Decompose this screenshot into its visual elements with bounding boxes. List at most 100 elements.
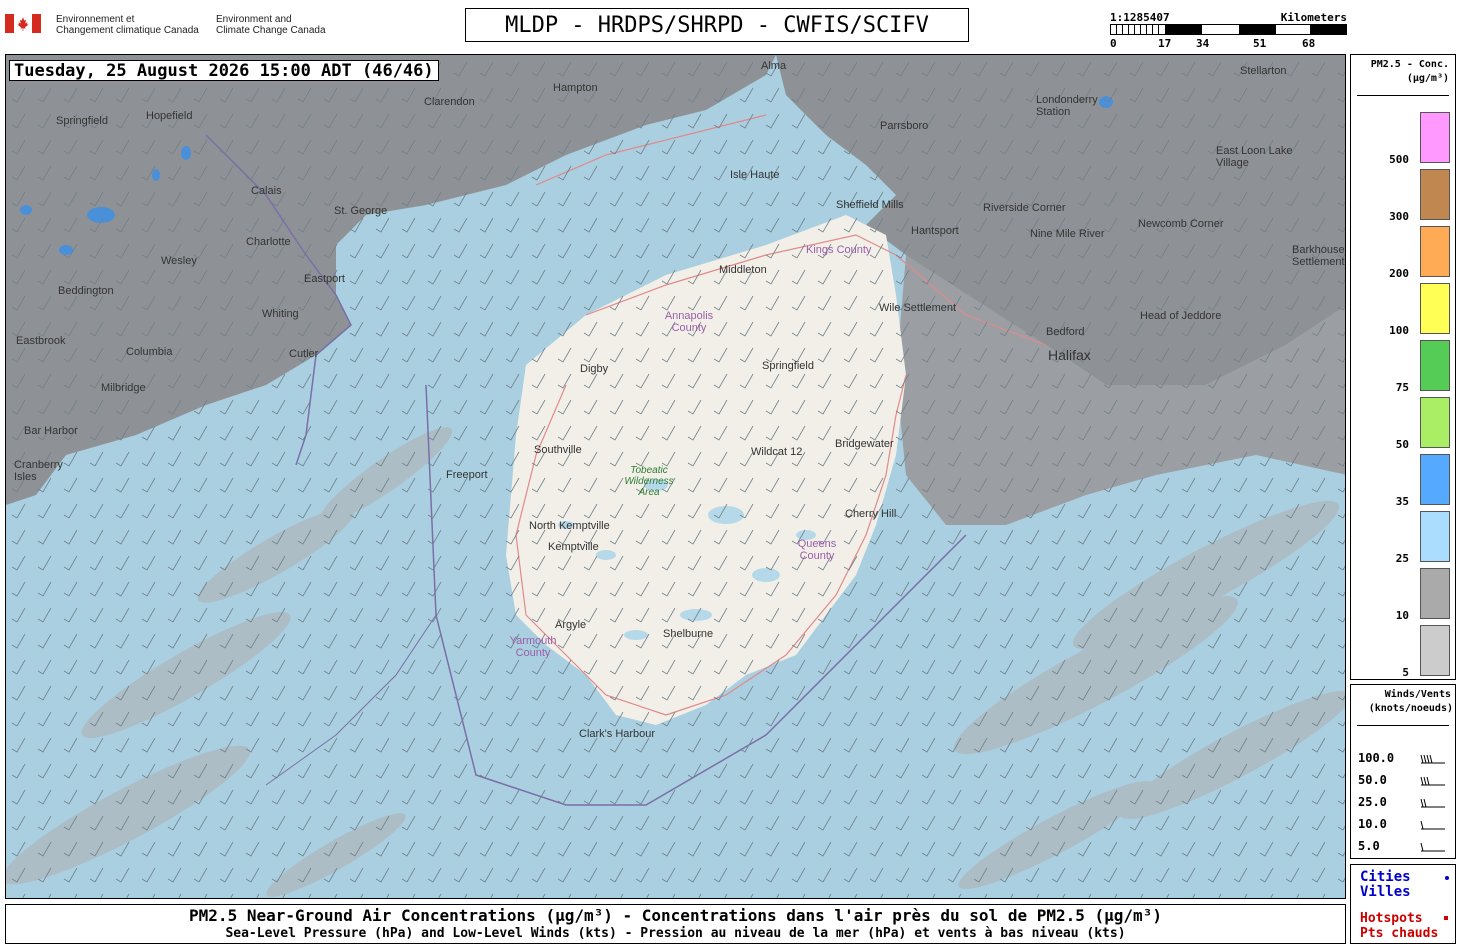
place-label: Hantsport [911, 225, 959, 237]
model-title: MLDP - HRDPS/SHRPD - CWFIS/SCIFV [465, 8, 969, 42]
place-label: North Kemptville [529, 520, 610, 532]
caption-line-2: Sea-Level Pressure (hPa) and Low-Level W… [225, 926, 1126, 941]
pm25-level-label: 300 [1389, 210, 1409, 223]
place-label: Hopefield [146, 110, 193, 122]
place-label: Cherry Hill [845, 508, 897, 520]
place-label: Charlotte [246, 236, 291, 248]
county-label: Yarmouth County [509, 635, 557, 659]
place-label: Columbia [126, 346, 173, 358]
place-label: Wesley [161, 255, 197, 267]
place-label: Middleton [719, 264, 767, 276]
pm25-swatch [1420, 283, 1450, 334]
pm25-level-label: 100 [1389, 324, 1409, 337]
place-label: Wile Settlement [879, 302, 957, 314]
place-label: Springfield [762, 360, 814, 372]
pm25-swatch [1420, 226, 1450, 277]
wind-speed-label: 5.0 [1358, 839, 1380, 853]
pm25-legend-unit: (µg/m³) [1406, 73, 1449, 84]
wind-barb-icon [1420, 754, 1445, 764]
place-label: Bar Harbor [24, 425, 78, 437]
canada-flag-logo [5, 14, 41, 33]
scale-unit: Kilometers [1280, 11, 1347, 24]
county-label: Queens County [797, 538, 837, 562]
pm25-legend: PM2.5 - Conc. (µg/m³) 500 300 200 100 75 50 35… [1350, 54, 1456, 680]
scale-tick: 0 [1110, 37, 1117, 50]
scale-tick: 34 [1196, 37, 1210, 50]
place-label: Head of Jeddore [1140, 310, 1222, 322]
place-label: Shelburne [663, 628, 714, 640]
place-label: Alma [761, 60, 787, 72]
pm25-level-label: 500 [1389, 153, 1409, 166]
place-label: Hampton [553, 82, 598, 94]
timestamp-label: Tuesday, 25 August 2026 15:00 ADT (46/46… [9, 60, 439, 81]
place-label: Kemptville [548, 541, 599, 553]
pm25-swatch [1420, 511, 1450, 562]
pm25-legend-title: PM2.5 - Conc. [1370, 59, 1449, 70]
county-label: Kings County [806, 244, 872, 256]
place-label: Stellarton [1240, 65, 1287, 77]
pm25-swatch [1420, 454, 1450, 505]
place-label: Freeport [446, 469, 488, 481]
place-label: Cranberry Isles [14, 459, 63, 483]
place-label: Bridgewater [835, 438, 894, 450]
wind-speed-label: 50.0 [1358, 773, 1387, 787]
wind-legend-unit: (knots/noeuds) [1368, 703, 1453, 714]
agency-name-fr: Environnement et Changement climatique C… [56, 14, 199, 36]
city-dot-icon [1445, 876, 1449, 880]
pm25-swatch [1420, 112, 1450, 163]
pm25-level-label: 75 [1395, 381, 1409, 394]
pm25-level-label: 5 [1402, 666, 1409, 679]
pm25-level-label: 50 [1395, 438, 1409, 451]
place-label: Calais [251, 185, 282, 197]
cities-label: Cities Villes [1360, 869, 1411, 900]
wind-barb-icon [1420, 820, 1445, 830]
wind-barb-icon [1420, 776, 1445, 786]
legend-divider [1357, 95, 1449, 96]
pm25-swatch [1420, 625, 1450, 676]
pm25-level-label: 25 [1395, 552, 1409, 565]
place-label: Londonderry Station [1036, 94, 1098, 118]
pm25-level-label: 10 [1395, 609, 1409, 622]
scale-tick: 17 [1158, 37, 1172, 50]
hotspots-label: Hotspots Pts chauds [1360, 911, 1439, 941]
hotspot-square-icon [1444, 916, 1448, 920]
place-label: Southville [534, 444, 582, 456]
place-label: Eastport [304, 273, 345, 285]
place-label: Barkhouse Settlement [1292, 244, 1345, 268]
place-label: Sheffield Mills [836, 199, 904, 211]
wind-barb-icon [1420, 798, 1445, 808]
place-label: Clarendon [424, 96, 475, 108]
place-label: Nine Mile River [1030, 228, 1105, 240]
map-caption: PM2.5 Near-Ground Air Concentrations (µg… [5, 904, 1346, 944]
pm25-level-label: 200 [1389, 267, 1409, 280]
wind-speed-label: 100.0 [1358, 751, 1395, 765]
place-label: Bedford [1046, 326, 1085, 338]
agency-name-en: Environment and Climate Change Canada [216, 14, 326, 36]
marker-legend: Cities Villes Hotspots Pts chauds [1350, 864, 1456, 944]
place-label: Cutler [289, 348, 319, 360]
wind-barb-icon [1420, 842, 1445, 852]
place-label: Riverside Corner [983, 202, 1066, 214]
caption-line-1: PM2.5 Near-Ground Air Concentrations (µg… [189, 906, 1162, 925]
place-label: St. George [334, 205, 388, 217]
place-label: Milbridge [101, 382, 146, 394]
place-label: Argyle [555, 619, 587, 631]
place-label: Beddington [58, 285, 114, 297]
scale-bar: 1:1285407 Kilometers 0 17 34 51 68 [1110, 11, 1347, 50]
place-label: Clark's Harbour [579, 728, 656, 740]
pm25-swatch [1420, 568, 1450, 619]
place-label: Wildcat 12 [751, 446, 803, 458]
place-label: Parrsboro [880, 120, 929, 132]
place-label: Whiting [262, 308, 299, 320]
scale-ratio: 1:1285407 [1110, 11, 1170, 24]
pm25-swatch [1420, 340, 1450, 391]
scale-tick: 68 [1302, 37, 1316, 50]
place-label: Springfield [56, 115, 108, 127]
pm25-swatch [1420, 169, 1450, 220]
park-label: Tobeatic Wilderness Area [624, 465, 674, 498]
place-label-halifax: Halifax [1048, 347, 1091, 363]
wind-legend: Winds/Vents (knots/noeuds) 100.0 50.0 25.0… [1350, 684, 1456, 859]
map-area[interactable]: Alma Hampton Clarendon Springfield Hopef… [5, 54, 1346, 899]
pm25-level-label: 35 [1395, 495, 1409, 508]
place-label: Eastbrook [16, 335, 66, 347]
